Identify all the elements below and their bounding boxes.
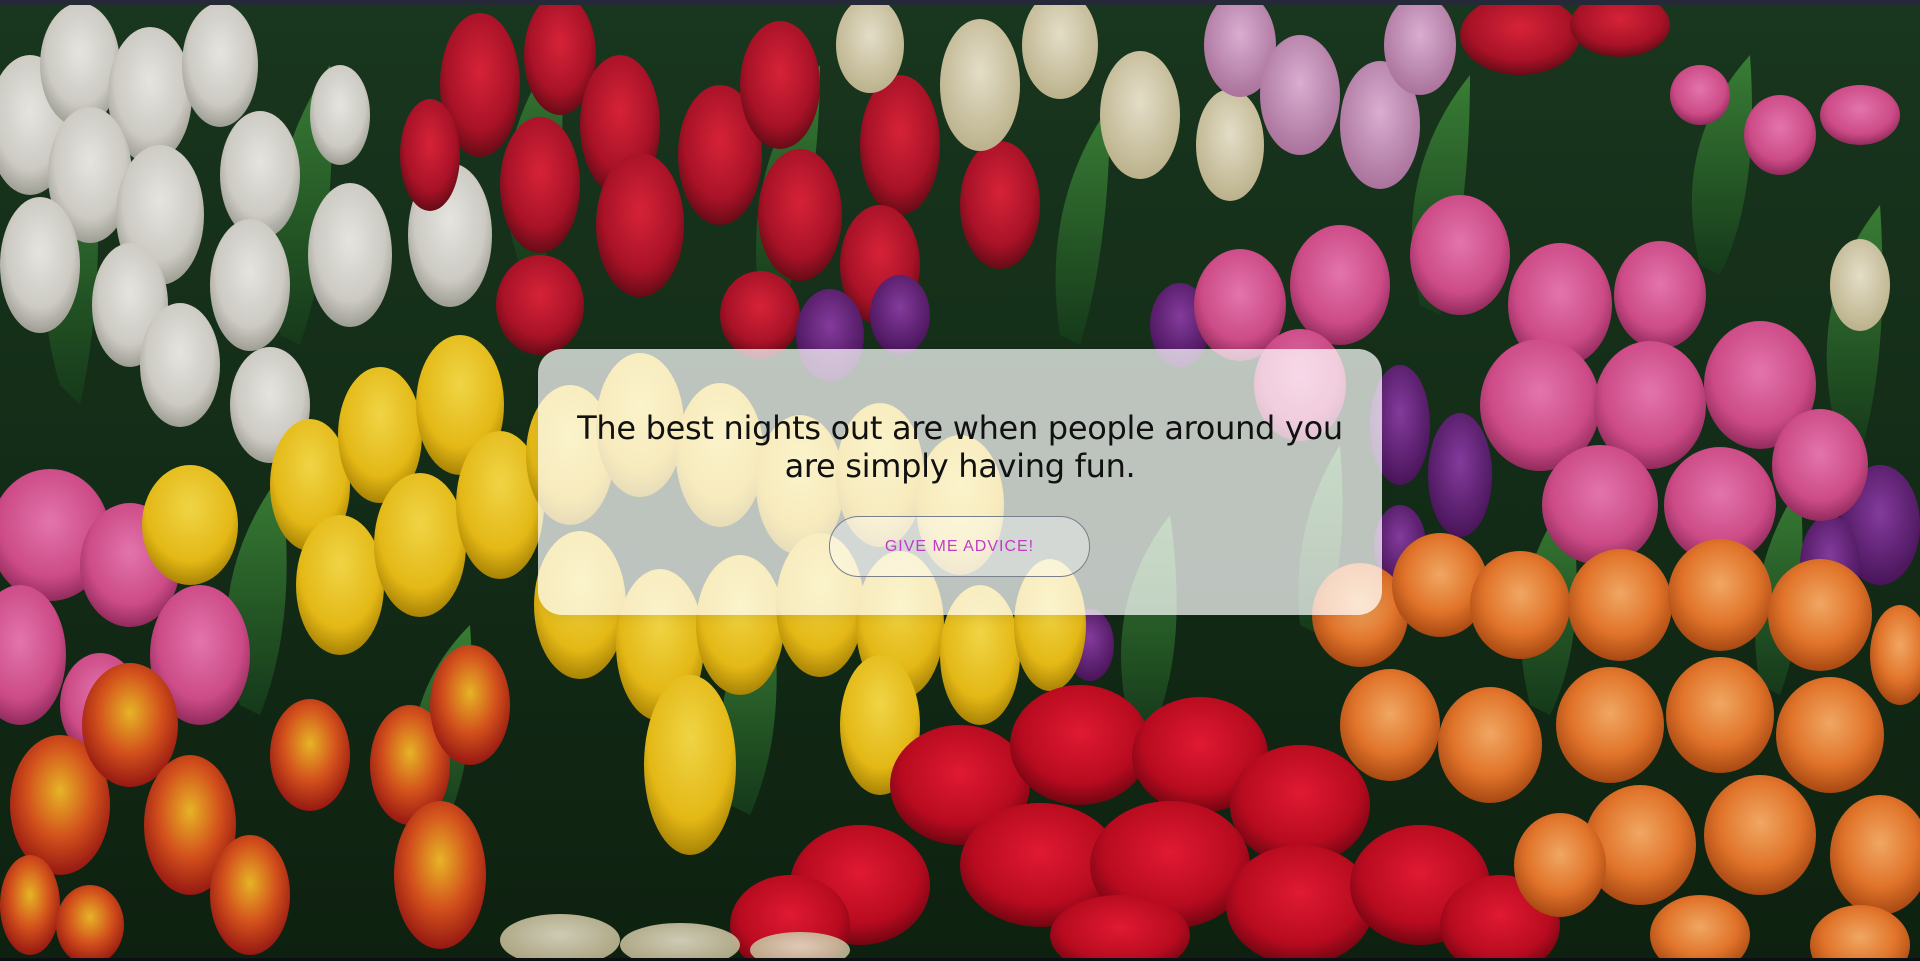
advice-card: The best nights out are when people arou… — [538, 349, 1382, 615]
give-me-advice-button[interactable]: GIVE ME ADVICE! — [829, 516, 1090, 577]
top-strip — [0, 0, 1920, 5]
page: The best nights out are when people arou… — [0, 0, 1920, 961]
advice-quote: The best nights out are when people arou… — [577, 409, 1343, 485]
